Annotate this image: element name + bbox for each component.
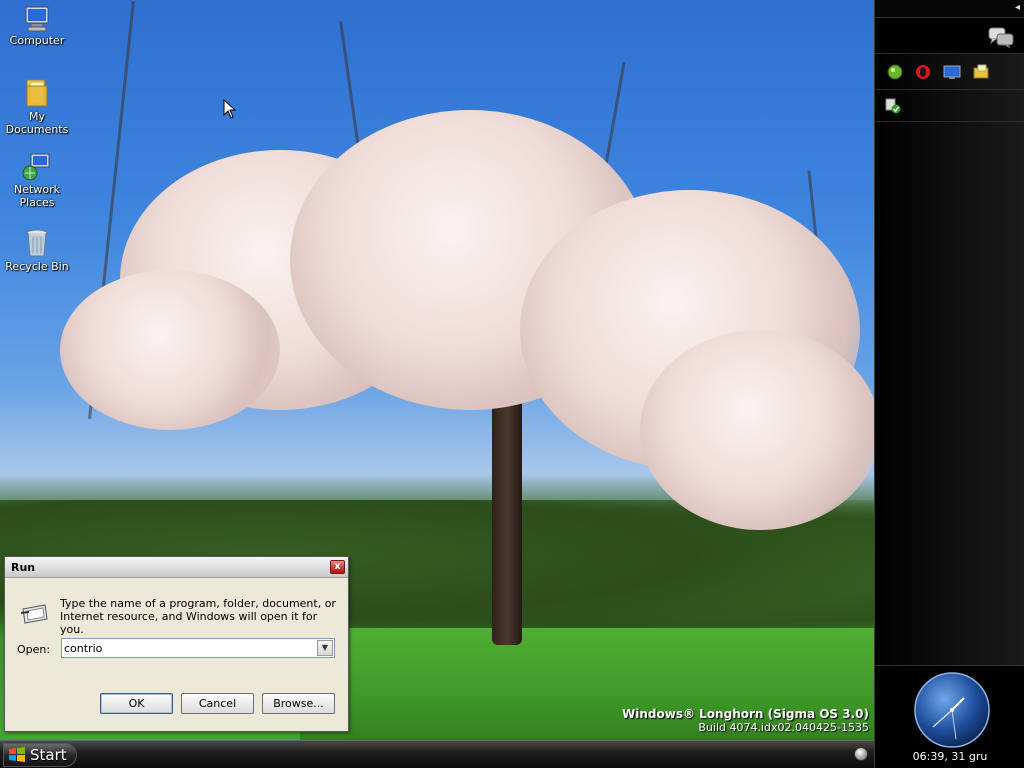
- sidebar: ◂ 06:39, 31 gru: [874, 0, 1024, 768]
- sidebar-quick-launch: [875, 54, 1024, 90]
- wallpaper-blossom: [60, 270, 280, 430]
- run-dialog-description: Type the name of a program, folder, docu…: [60, 597, 336, 636]
- chevron-down-icon: ▼: [321, 643, 329, 652]
- open-label: Open:: [17, 643, 51, 656]
- open-combobox[interactable]: ▼: [61, 638, 335, 658]
- run-dialog-titlebar[interactable]: Run x: [5, 557, 348, 578]
- desktop-icon[interactable]: [943, 64, 961, 80]
- mouse-pointer-icon: [223, 99, 237, 119]
- desktop[interactable]: Computer My Documents Network Places Rec…: [0, 0, 874, 740]
- computer-icon: [25, 6, 49, 32]
- wallpaper-blossom: [640, 330, 874, 530]
- browse-button[interactable]: Browse...: [262, 693, 335, 714]
- recycle-bin-icon: [26, 229, 48, 257]
- cancel-button[interactable]: Cancel: [181, 693, 254, 714]
- clock-datetime: 06:39, 31 gru: [912, 750, 988, 763]
- shield-check-icon[interactable]: [885, 98, 901, 114]
- desktop-icon-label: My Documents: [5, 110, 69, 136]
- ok-button[interactable]: OK: [100, 693, 173, 714]
- run-program-icon: [20, 604, 48, 624]
- sidebar-clock-tile: 06:39, 31 gru: [875, 665, 1024, 768]
- desktop-icon-computer[interactable]: Computer: [0, 6, 75, 47]
- desktop-icon-label: Computer: [9, 34, 65, 47]
- taskbar: Start: [0, 740, 874, 768]
- chat-bubbles-icon[interactable]: [988, 27, 1014, 49]
- analog-clock-icon: [914, 672, 990, 748]
- run-dialog: Run x Type the name of a program, folder…: [4, 556, 349, 732]
- desktop-icon-my-documents[interactable]: My Documents: [0, 78, 75, 136]
- folder-note-icon[interactable]: [973, 64, 989, 80]
- dropdown-button[interactable]: ▼: [317, 640, 333, 656]
- close-icon: x: [334, 561, 341, 572]
- sidebar-menu-arrow-icon[interactable]: ◂: [1015, 2, 1020, 13]
- build-watermark: Windows® Longhorn (Sigma OS 3.0) Build 4…: [622, 707, 869, 734]
- documents-folder-icon: [26, 79, 48, 107]
- green-orb-icon[interactable]: [887, 64, 903, 80]
- opera-icon[interactable]: [915, 64, 931, 80]
- desktop-icon-recycle-bin[interactable]: Recycle Bin: [0, 228, 75, 273]
- windows-logo-icon: [9, 747, 25, 762]
- sidebar-messenger-tile: [875, 18, 1024, 54]
- sidebar-header: ◂: [875, 0, 1024, 18]
- start-button[interactable]: Start: [3, 743, 77, 767]
- desktop-icon-label: Network Places: [14, 183, 60, 209]
- sidebar-tray: [875, 90, 1024, 122]
- wallpaper-tree-trunk: [492, 380, 522, 645]
- network-places-icon: [22, 153, 50, 181]
- desktop-icon-label: Recycle Bin: [5, 260, 69, 273]
- open-input[interactable]: [64, 640, 314, 656]
- start-label: Start: [30, 746, 67, 764]
- watermark-edition: Windows® Longhorn (Sigma OS 3.0): [622, 707, 869, 721]
- run-dialog-title: Run: [11, 561, 36, 574]
- desktop-icon-network-places[interactable]: Network Places: [0, 153, 75, 209]
- close-button[interactable]: x: [330, 560, 345, 574]
- watermark-build: Build 4074.idx02.040425-1535: [698, 721, 869, 734]
- sidebar-toggle-orb-icon[interactable]: [854, 747, 868, 761]
